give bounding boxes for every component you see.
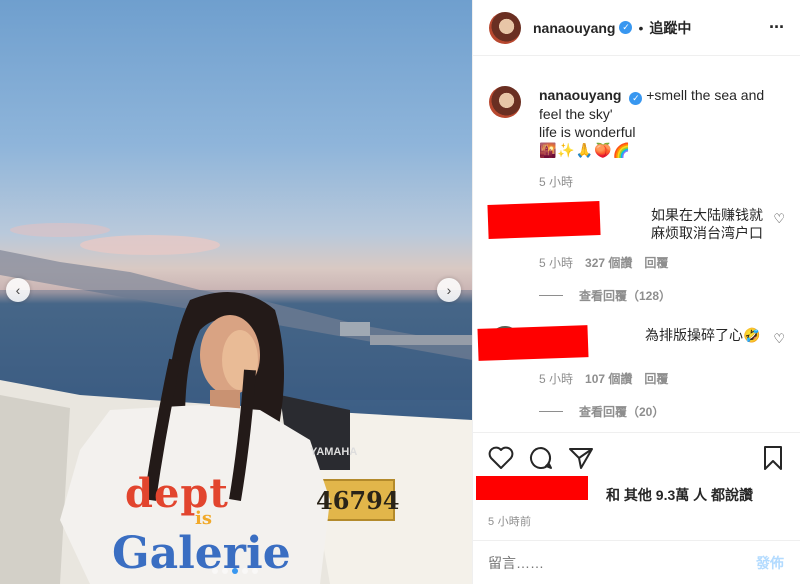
caption-avatar[interactable]: [489, 86, 521, 118]
boat-number-label: 46794: [316, 486, 400, 515]
carousel-dot: [232, 568, 238, 574]
comment-timestamp[interactable]: 5 小時: [539, 370, 573, 387]
comment-input[interactable]: [488, 554, 756, 571]
photo-scene: [0, 223, 472, 584]
caption-text-line-3: life is wonderful: [539, 123, 636, 140]
comment-reply-button[interactable]: 回覆: [644, 254, 668, 271]
heart-icon[interactable]: ♡: [773, 326, 785, 358]
redaction-mark: [487, 201, 601, 239]
caption-username[interactable]: nanaouyang: [539, 87, 621, 103]
post-comment-button[interactable]: 發佈: [756, 553, 784, 573]
comment-reply-button[interactable]: 回覆: [644, 370, 668, 387]
comment-timestamp[interactable]: 5 小時: [539, 254, 573, 271]
chevron-right-icon: ›: [446, 282, 452, 298]
add-comment-bar: 發佈: [472, 540, 800, 584]
verified-badge-icon: ✓: [619, 21, 633, 34]
caption-timestamp[interactable]: 5 小時: [539, 173, 764, 191]
share-paper-plane-icon[interactable]: [568, 446, 594, 470]
shirt-print-line-2: is: [195, 508, 212, 529]
post-actions: 和 其他 9.3萬 人 都說讚 5 小時前: [472, 432, 800, 529]
likes-summary[interactable]: 和 其他 9.3萬 人 都說讚: [488, 485, 784, 505]
view-replies-button[interactable]: 查看回覆（20）: [539, 403, 785, 420]
carousel-dot: [252, 568, 258, 574]
bookmark-icon[interactable]: [762, 445, 784, 471]
author-username[interactable]: nanaouyang: [533, 20, 615, 36]
more-options-icon[interactable]: ···: [769, 17, 785, 38]
comment-like-count[interactable]: 107 個讚: [585, 370, 632, 387]
header-separator: •: [638, 19, 644, 36]
chevron-left-icon: ‹: [15, 282, 21, 298]
shirt-print-line-1: dept: [125, 470, 229, 517]
previous-photo-button[interactable]: ‹: [6, 278, 30, 302]
author-avatar[interactable]: [489, 11, 521, 44]
shirt-print-line-3: Galerie: [112, 528, 291, 579]
comment-bubble-icon[interactable]: [528, 446, 554, 470]
carousel-indicator: [212, 568, 258, 574]
caption-text-line-1: +smell the sea and: [646, 87, 765, 103]
comment-like-count[interactable]: 327 個讚: [585, 254, 632, 271]
post-header: nanaouyang ✓ • 追蹤中 ···: [473, 0, 800, 56]
redaction-mark: [477, 325, 589, 361]
carousel-dot: [242, 568, 248, 574]
view-replies-button[interactable]: 查看回覆（128）: [539, 287, 785, 304]
engine-brand-label: YAMAHA: [310, 446, 358, 458]
like-heart-icon[interactable]: [488, 446, 514, 470]
post-caption: nanaouyang ✓ +smell the sea and feel the…: [489, 86, 785, 191]
comment-meta: 5 小時 327 個讚 回覆: [539, 254, 785, 271]
comment-meta: 5 小時 107 個讚 回覆: [539, 370, 785, 387]
carousel-dot: [212, 568, 218, 574]
verified-badge-icon: ✓: [629, 91, 643, 105]
following-button[interactable]: 追蹤中: [649, 18, 691, 38]
view-replies-label: 查看回覆（128）: [579, 289, 672, 303]
caption-text-line-2: feel the sky': [539, 105, 613, 122]
replies-divider: [539, 411, 563, 412]
heart-icon[interactable]: ♡: [773, 206, 785, 242]
replies-divider: [539, 295, 563, 296]
next-photo-button[interactable]: ›: [437, 278, 461, 302]
caption-emojis: 🌇✨🙏🍑🌈: [539, 141, 632, 158]
view-replies-label: 查看回覆（20）: [579, 405, 665, 419]
post-timestamp: 5 小時前: [488, 516, 532, 528]
carousel-dot: [222, 568, 228, 574]
post-photo: dept is Galerie YAMAHA 46794 ‹ ›: [0, 0, 472, 584]
